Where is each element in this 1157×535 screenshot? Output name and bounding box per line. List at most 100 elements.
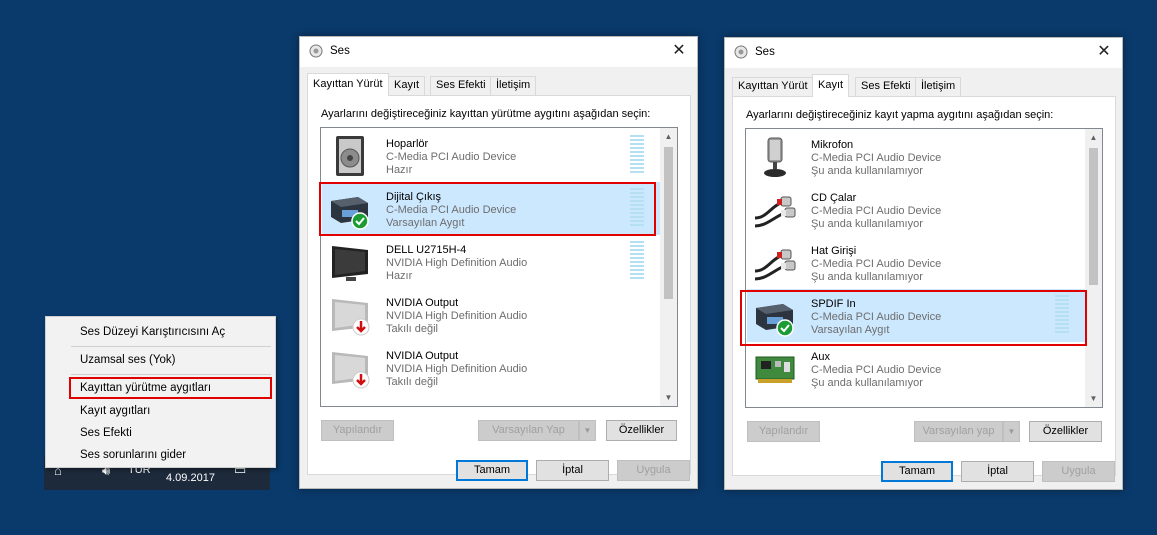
chevron-down-icon[interactable]: ▼ (1003, 421, 1020, 442)
tab-recording[interactable]: Kayıt (388, 76, 426, 95)
chevron-down-icon[interactable]: ▼ (579, 420, 596, 441)
list-item[interactable]: Mikrofon C-Media PCI Audio Device Şu and… (747, 130, 1085, 183)
list-item[interactable]: CD Çalar C-Media PCI Audio Device Şu and… (747, 183, 1085, 236)
device-name: DELL U2715H-4 (386, 244, 467, 256)
device-name: Hat Girişi (811, 245, 857, 257)
device-name: NVIDIA Output (386, 350, 459, 362)
device-driver: C-Media PCI Audio Device (811, 258, 942, 270)
tab-playback[interactable]: Kayıttan Yürüt (307, 73, 389, 96)
menu-separator (71, 346, 271, 347)
tab-sound-effects[interactable]: Ses Efekti (430, 76, 492, 95)
menu-separator (71, 374, 271, 375)
tab-communications[interactable]: İletişim (915, 77, 962, 96)
scroll-thumb[interactable] (664, 147, 673, 299)
device-status: Hazır (386, 270, 413, 282)
monitor-unplugged-icon (332, 299, 370, 336)
menu-item-troubleshoot[interactable]: Ses sorunlarını gider (80, 446, 186, 464)
highlight-box (740, 290, 1087, 346)
instruction-text: Ayarlarını değiştireceğiniz kayıttan yür… (321, 108, 651, 120)
device-name: Hoparlör (386, 138, 429, 150)
rca-cable-icon (754, 249, 796, 281)
dialog-title: Ses (755, 46, 775, 58)
device-driver: C-Media PCI Audio Device (386, 151, 517, 163)
cancel-button[interactable]: İptal (961, 461, 1034, 482)
apply-button[interactable]: Uygula (617, 460, 690, 481)
list-item[interactable]: Aux C-Media PCI Audio Device Şu anda kul… (747, 342, 1085, 395)
device-name: Aux (811, 351, 830, 363)
device-driver: NVIDIA High Definition Audio (386, 310, 528, 322)
device-status: Şu anda kullanılamıyor (811, 271, 923, 283)
title-bar: Ses ✕ (300, 37, 697, 67)
microphone-icon (764, 137, 786, 177)
list-item[interactable]: NVIDIA Output NVIDIA High Definition Aud… (322, 341, 660, 394)
device-status: Takılı değil (386, 376, 438, 388)
device-driver: C-Media PCI Audio Device (811, 364, 942, 376)
tab-playback[interactable]: Kayıttan Yürüt (732, 77, 814, 96)
tab-recording[interactable]: Kayıt (812, 74, 850, 97)
scroll-up-icon[interactable]: ▲ (660, 128, 677, 145)
vertical-scrollbar[interactable]: ▲ ▼ (660, 128, 677, 406)
volume-context-menu: Ses Düzeyi Karıştırıcısını Aç Uzamsal se… (45, 316, 276, 468)
highlight-box (69, 377, 272, 399)
taskbar-date[interactable]: 4.09.2017 (166, 472, 215, 484)
configure-button[interactable]: Yapılandır (321, 420, 394, 441)
sound-card-icon (755, 356, 795, 383)
menu-item-recording-devices[interactable]: Kayıt aygıtları (80, 402, 150, 420)
ok-button[interactable]: Tamam (456, 460, 528, 481)
level-meter (630, 135, 644, 175)
set-default-button[interactable]: Varsayılan Yap (478, 420, 579, 441)
tab-panel: Ayarlarını değiştireceğiniz kayıt yapma … (732, 96, 1116, 476)
properties-button[interactable]: Özellikler (606, 420, 677, 441)
tab-sound-effects[interactable]: Ses Efekti (855, 77, 917, 96)
tab-communications[interactable]: İletişim (490, 76, 537, 95)
device-driver: C-Media PCI Audio Device (811, 205, 942, 217)
scroll-up-icon[interactable]: ▲ (1085, 129, 1102, 146)
sound-dialog-playback: Ses ✕ Kayıttan Yürüt Kayıt Ses Efekti İl… (299, 36, 698, 489)
device-status: Şu anda kullanılamıyor (811, 165, 923, 177)
dialog-title: Ses (330, 45, 350, 57)
highlight-box (319, 182, 656, 236)
device-name: Mikrofon (811, 139, 854, 151)
menu-item-spatial-sound[interactable]: Uzamsal ses (Yok) (80, 351, 175, 369)
monitor-unplugged-icon (332, 352, 370, 389)
menu-item-sound-effects[interactable]: Ses Efekti (80, 424, 132, 442)
properties-button[interactable]: Özellikler (1029, 421, 1102, 442)
list-item[interactable]: Hoparlör C-Media PCI Audio Device Hazır (322, 129, 660, 182)
title-bar: Ses ✕ (725, 38, 1122, 68)
device-name: CD Çalar (811, 192, 857, 204)
level-meter (630, 241, 644, 281)
device-name: NVIDIA Output (386, 297, 459, 309)
configure-button[interactable]: Yapılandır (747, 421, 820, 442)
list-item[interactable]: Hat Girişi C-Media PCI Audio Device Şu a… (747, 236, 1085, 289)
list-item[interactable]: DELL U2715H-4 NVIDIA High Definition Aud… (322, 235, 660, 288)
device-status: Takılı değil (386, 323, 438, 335)
vertical-scrollbar[interactable]: ▲ ▼ (1085, 129, 1102, 407)
device-driver: C-Media PCI Audio Device (811, 152, 942, 164)
device-driver: NVIDIA High Definition Audio (386, 363, 528, 375)
apply-button[interactable]: Uygula (1042, 461, 1115, 482)
monitor-icon (332, 246, 368, 281)
sound-dialog-recording: Ses ✕ Kayıttan Yürüt Kayıt Ses Efekti İl… (724, 37, 1123, 490)
list-item[interactable]: NVIDIA Output NVIDIA High Definition Aud… (322, 288, 660, 341)
device-driver: NVIDIA High Definition Audio (386, 257, 528, 269)
set-default-button[interactable]: Varsayılan yap (914, 421, 1003, 442)
speaker-icon (336, 136, 364, 176)
device-list[interactable]: Mikrofon C-Media PCI Audio Device Şu and… (745, 128, 1103, 408)
device-status: Şu anda kullanılamıyor (811, 218, 923, 230)
close-icon[interactable]: ✕ (1094, 42, 1114, 62)
speaker-app-icon (309, 44, 323, 58)
instruction-text: Ayarlarını değiştireceğiniz kayıt yapma … (746, 109, 1054, 121)
rca-cable-icon (754, 196, 796, 228)
scroll-down-icon[interactable]: ▼ (1085, 390, 1102, 407)
tab-panel: Ayarlarını değiştireceğiniz kayıttan yür… (307, 95, 691, 475)
scroll-down-icon[interactable]: ▼ (660, 389, 677, 406)
device-list[interactable]: Hoparlör C-Media PCI Audio Device Hazır … (320, 127, 678, 407)
device-status: Hazır (386, 164, 413, 176)
close-icon[interactable]: ✕ (669, 41, 689, 61)
cancel-button[interactable]: İptal (536, 460, 609, 481)
scroll-thumb[interactable] (1089, 148, 1098, 285)
speaker-app-icon (734, 45, 748, 59)
device-status: Şu anda kullanılamıyor (811, 377, 923, 389)
ok-button[interactable]: Tamam (881, 461, 953, 482)
menu-item-volume-mixer[interactable]: Ses Düzeyi Karıştırıcısını Aç (80, 323, 225, 341)
